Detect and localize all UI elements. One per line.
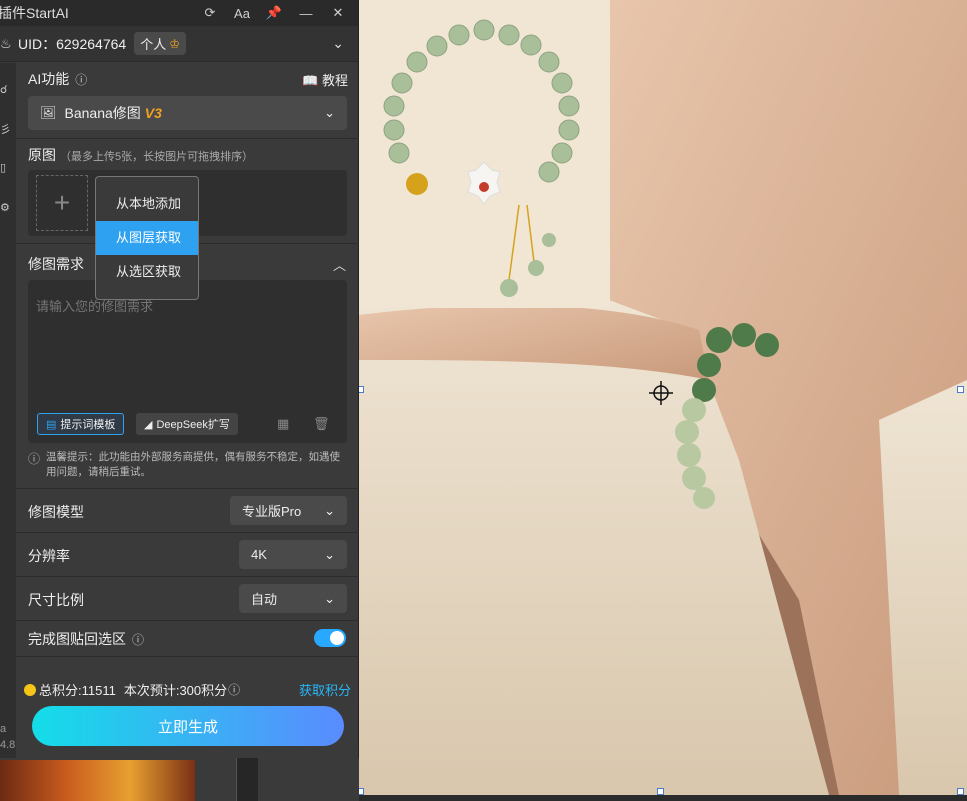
chevron-down-icon: ⌄ <box>324 502 335 518</box>
notice-text: 温馨提示：此功能由外部服务商提供，偶有服务不稳定，如遇使用问题，请稍后重试。 <box>46 451 341 478</box>
tier-label: 个人 <box>140 37 167 52</box>
source-image-hint: （最多上传5张，长按图片可拖拽排序） <box>60 151 254 163</box>
model-select[interactable]: 专业版Pro ⌄ <box>230 496 347 525</box>
transform-handle[interactable] <box>359 386 364 393</box>
paste-back-label: 完成图贴回选区 <box>28 631 126 647</box>
add-image-menu: 从本地添加 从图层获取 从选区获取 <box>95 176 199 300</box>
chevron-down-icon: ⌄ <box>324 590 335 606</box>
transform-handle[interactable] <box>957 386 964 393</box>
points-row: 总积分:11511 本次预计:300积分 ⓘ 获取积分 <box>24 680 351 699</box>
source-image-header: 原图 （最多上传5张，长按图片可拖拽排序） <box>28 145 253 165</box>
total-points: 总积分:11511 <box>39 683 116 698</box>
estimate-points: 本次预计:300积分 <box>123 683 228 698</box>
rail-icon[interactable]: 彡 <box>0 121 11 137</box>
trash-icon[interactable]: 🗑 <box>313 416 330 432</box>
source-image-label: 原图 <box>28 147 56 163</box>
startai-plugin-panel: 插件StartAI ⟳ Aa 📌 — ✕ ♨ UID：629264764 个人 ♔… <box>0 0 359 758</box>
titlebar: 插件StartAI ⟳ Aa 📌 — ✕ <box>0 0 358 26</box>
tutorial-label: 教程 <box>321 72 348 88</box>
ai-function-label: AI功能 <box>28 71 70 87</box>
aspect-select[interactable]: 自动 ⌄ <box>239 584 347 613</box>
deepseek-expand-button[interactable]: ◢ DeepSeek扩写 <box>136 413 238 435</box>
menu-item-local[interactable]: 从本地添加 <box>96 187 198 221</box>
rail-icon[interactable]: ⚙ <box>0 201 10 214</box>
add-image-button[interactable]: + <box>36 175 88 231</box>
info-icon[interactable]: ⓘ <box>228 681 240 698</box>
version-label: 4.8 <box>0 739 16 751</box>
plugin-title: 插件StartAI <box>0 5 69 21</box>
rail-icon[interactable]: ▯ <box>0 161 6 174</box>
underlying-photo-thumb <box>0 760 195 801</box>
account-tier-badge: 个人 ♔ <box>134 32 186 55</box>
model-label: 修图模型 <box>28 504 84 520</box>
image-icon: 🖼 <box>40 105 57 120</box>
model-value: 专业版Pro <box>242 504 302 519</box>
crown-icon: ♔ <box>169 36 180 51</box>
chevron-down-icon: ⌄ <box>324 105 335 120</box>
transform-handle[interactable] <box>957 788 964 795</box>
template-label: 提示词模板 <box>60 419 116 431</box>
ruler <box>236 758 258 801</box>
ai-function-header: AI功能 ⓘ 📖 教程 <box>28 69 348 89</box>
info-icon[interactable]: ⓘ <box>75 71 87 88</box>
version-badge: V3 <box>144 105 162 121</box>
close-icon[interactable]: ✕ <box>322 5 354 21</box>
uid-text: UID：629264764 <box>18 35 127 52</box>
generate-button[interactable]: 立即生成 <box>32 706 344 746</box>
get-points-link[interactable]: 获取积分 <box>299 680 351 699</box>
menu-item-selection[interactable]: 从选区获取 <box>96 255 198 289</box>
deepseek-icon: ◢ <box>144 418 153 431</box>
transform-handle[interactable] <box>657 788 664 795</box>
chevron-up-icon[interactable]: ︿ <box>333 255 346 274</box>
aspect-label: 尺寸比例 <box>28 592 84 608</box>
pin-icon[interactable]: 📌 <box>258 5 290 21</box>
chevron-down-icon: ⌄ <box>324 546 335 562</box>
warning-icon: ⓘ <box>28 452 41 466</box>
user-icon: ♨ <box>0 35 12 51</box>
info-icon[interactable]: ⓘ <box>132 631 144 648</box>
tutorial-link[interactable]: 📖 教程 <box>302 70 348 89</box>
paste-back-toggle[interactable] <box>314 629 346 647</box>
paste-back-row: 完成图贴回选区 ⓘ <box>28 629 144 649</box>
document-canvas[interactable] <box>359 0 967 795</box>
underlying-window-strip <box>0 758 359 801</box>
ai-function-select[interactable]: 🖼 Banana修图 V3 ⌄ <box>28 96 347 130</box>
ai-function-value: Banana修图 <box>64 105 141 121</box>
transform-handle[interactable] <box>359 788 364 795</box>
minimize-icon[interactable]: — <box>290 6 322 21</box>
refresh-icon[interactable]: ⟳ <box>194 5 226 21</box>
edit-request-box: ▤提示词模板 ◢DeepSeek扩写 ▦ 🗑 <box>28 280 347 443</box>
resolution-label: 分辨率 <box>28 548 70 564</box>
font-size-button[interactable]: Aa <box>226 6 258 21</box>
rail-label-a: a <box>0 723 7 735</box>
coin-icon <box>24 683 36 696</box>
left-tool-rail: ☌ 彡 ▯ ⚙ a 4.8 <box>0 63 16 758</box>
template-icon: ▤ <box>46 418 57 431</box>
menu-item-layer[interactable]: 从图层获取 <box>96 221 198 255</box>
prompt-template-button[interactable]: ▤ 提示词模板 <box>37 413 125 435</box>
deepseek-label: DeepSeek扩写 <box>156 419 230 431</box>
history-icon[interactable]: ▦ <box>277 416 289 432</box>
reference-image-bracelet[interactable] <box>359 0 610 308</box>
notice: ⓘ 温馨提示：此功能由外部服务商提供，偶有服务不稳定，如遇使用问题，请稍后重试。 <box>28 450 344 480</box>
account-bar[interactable]: ♨ UID：629264764 个人 ♔ ⌄ <box>0 26 358 62</box>
edit-request-input[interactable] <box>36 296 336 406</box>
book-icon: 📖 <box>302 72 319 88</box>
resolution-value: 4K <box>251 547 267 562</box>
resolution-select[interactable]: 4K ⌄ <box>239 540 347 569</box>
aspect-value: 自动 <box>251 592 278 607</box>
rail-icon[interactable]: ☌ <box>0 83 7 96</box>
edit-request-label: 修图需求 <box>28 256 84 272</box>
chevron-down-icon[interactable]: ⌄ <box>332 35 344 52</box>
